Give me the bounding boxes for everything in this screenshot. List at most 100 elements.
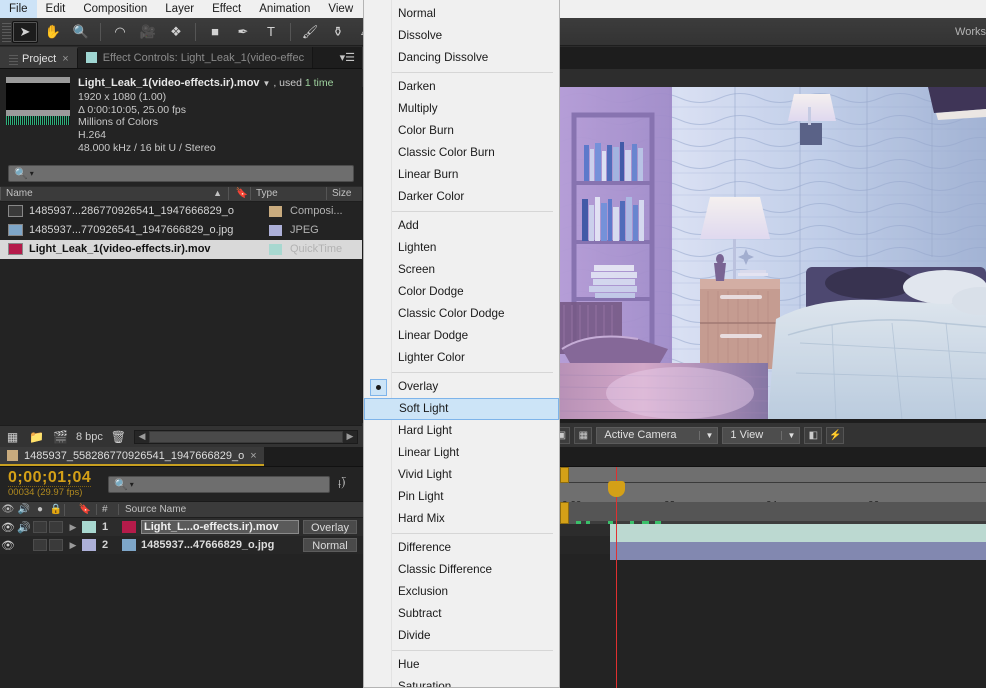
scroll-right-icon[interactable]: ▶ — [343, 431, 357, 442]
layer-source-name[interactable]: Light_L...o-effects.ir).mov — [141, 520, 299, 534]
type-tool[interactable]: T — [258, 21, 284, 43]
layer-source-name[interactable]: 1485937...47666829_o.jpg — [141, 539, 299, 551]
project-item-row[interactable]: 1485937...286770926541_1947666829_o Compo… — [0, 202, 362, 221]
layer-bar-2[interactable] — [610, 542, 986, 560]
timeline-work-area-bar[interactable] — [560, 467, 986, 483]
current-time-display[interactable]: 0;00;01;04 00034 (29.97 fps) — [0, 469, 108, 499]
cti-handle[interactable] — [608, 481, 625, 497]
project-item-label-swatch[interactable] — [269, 205, 282, 217]
composition-frame[interactable] — [560, 87, 986, 419]
layer-lock-toggle[interactable] — [49, 521, 63, 533]
lock-icon[interactable]: 🔒 — [48, 504, 64, 515]
layer-label-swatch[interactable] — [82, 539, 96, 551]
blend-mode-item-pin-light[interactable]: Pin Light — [364, 486, 559, 508]
project-item-row[interactable]: Light_Leak_1(video-effects.ir).mov QuickT… — [0, 239, 362, 259]
timeline-ruler-area[interactable]: 0:00s02s04s06s — [560, 467, 986, 688]
toolbar-grip[interactable] — [2, 20, 11, 43]
layer-blend-mode[interactable]: Normal — [303, 538, 357, 552]
sort-asc-icon[interactable]: ▲ — [213, 187, 228, 200]
project-item-label-swatch[interactable] — [269, 224, 282, 236]
layer-blend-mode[interactable]: Overlay — [303, 520, 357, 534]
column-source-name[interactable]: Source Name — [118, 504, 248, 515]
video-eye-icon[interactable]: 👁 — [0, 504, 16, 515]
blend-mode-item-dissolve[interactable]: Dissolve — [364, 25, 559, 47]
scroll-thumb[interactable] — [148, 430, 343, 443]
blend-mode-item-add[interactable]: Add — [364, 215, 559, 237]
blend-mode-item-classic-color-dodge[interactable]: Classic Color Dodge — [364, 303, 559, 325]
search-dropdown-icon[interactable]: ▾ — [30, 169, 34, 178]
chevron-down-icon[interactable]: ▼ — [699, 430, 713, 440]
brush-tool[interactable]: 🖌 — [297, 21, 323, 43]
workspace-label[interactable]: Works — [955, 18, 986, 46]
layer-audio-toggle[interactable]: 🔊 — [16, 521, 32, 534]
project-item-label-swatch[interactable] — [269, 243, 282, 255]
blend-mode-item-hard-light[interactable]: Hard Light — [364, 420, 559, 442]
blend-mode-item-lighter-color[interactable]: Lighter Color — [364, 347, 559, 369]
file-dropdown-icon[interactable]: ▼ — [262, 79, 270, 88]
project-item-row[interactable]: 1485937...770926541_1947666829_o.jpg JPEG — [0, 221, 362, 240]
blend-mode-item-darker-color[interactable]: Darker Color — [364, 186, 559, 208]
bit-depth-label[interactable]: 8 bpc — [76, 431, 103, 443]
layer-video-toggle[interactable]: 👁 — [0, 521, 16, 534]
blend-mode-menu[interactable]: Normal Dissolve Dancing Dissolve Darken Mult… — [363, 0, 560, 688]
blend-mode-item-divide[interactable]: Divide — [364, 625, 559, 647]
menu-item-file[interactable]: File — [0, 0, 37, 18]
tab-timeline[interactable]: 1485937_558286770926541_1947666829_o × — [0, 447, 264, 466]
interpret-footage-icon[interactable]: 🎬 — [52, 429, 69, 444]
blend-mode-item-color-dodge[interactable]: Color Dodge — [364, 281, 559, 303]
camera-tool[interactable]: 🎥 — [135, 21, 161, 43]
audio-speaker-icon[interactable]: 🔊 — [16, 504, 32, 515]
close-icon[interactable]: × — [250, 450, 256, 462]
zoom-tool[interactable]: 🔍 — [68, 21, 94, 43]
new-folder-icon[interactable]: 📁 — [28, 429, 45, 444]
blend-mode-item-subtract[interactable]: Subtract — [364, 603, 559, 625]
blend-mode-item-color-burn[interactable]: Color Burn — [364, 120, 559, 142]
column-size[interactable]: Size — [326, 187, 362, 201]
column-type[interactable]: Type — [250, 187, 326, 201]
fast-preview-icon[interactable]: ⚡ — [826, 426, 845, 444]
shape-tool[interactable]: ■ — [202, 21, 228, 43]
chevron-down-icon[interactable]: ▼ — [781, 430, 795, 440]
view-mode-select[interactable]: Active Camera ▼ — [596, 426, 719, 444]
blend-mode-item-classic-difference[interactable]: Classic Difference — [364, 559, 559, 581]
blend-mode-item-linear-dodge[interactable]: Linear Dodge — [364, 325, 559, 347]
layer-lock-toggle[interactable] — [49, 539, 63, 551]
blend-mode-item-linear-light[interactable]: Linear Light — [364, 442, 559, 464]
blend-mode-item-classic-color-burn[interactable]: Classic Color Burn — [364, 142, 559, 164]
layer-expand-arrow-icon[interactable]: ▶ — [64, 540, 82, 551]
blend-mode-item-overlay[interactable]: Overlay — [364, 376, 559, 398]
blend-mode-item-difference[interactable]: Difference — [364, 537, 559, 559]
solo-icon[interactable]: ● — [32, 504, 48, 515]
timeline-search-input[interactable]: 🔍 ▾ — [108, 475, 330, 493]
blend-mode-item-multiply[interactable]: Multiply — [364, 98, 559, 120]
project-search-input[interactable]: 🔍 ▾ — [8, 164, 354, 182]
blend-mode-item-screen[interactable]: Screen — [364, 259, 559, 281]
transparency-grid-icon[interactable]: ▦ — [574, 426, 593, 444]
view-layout-select[interactable]: 1 View ▼ — [722, 426, 801, 444]
menu-item-animation[interactable]: Animation — [250, 0, 319, 18]
blend-mode-item-saturation[interactable]: Saturation — [364, 676, 559, 687]
layer-solo-toggle[interactable] — [33, 539, 47, 551]
column-index[interactable]: # — [96, 504, 118, 515]
close-icon[interactable]: × — [62, 53, 68, 65]
layer-label-swatch[interactable] — [82, 521, 96, 533]
new-comp-icon[interactable]: ▦ — [4, 429, 21, 444]
blend-mode-item-linear-burn[interactable]: Linear Burn — [364, 164, 559, 186]
pan-behind-tool[interactable]: ❖ — [163, 21, 189, 43]
blend-mode-item-exclusion[interactable]: Exclusion — [364, 581, 559, 603]
menu-item-edit[interactable]: Edit — [37, 0, 75, 18]
tab-effect-controls[interactable]: Effect Controls: Light_Leak_1(video-effe… — [77, 47, 314, 68]
search-dropdown-icon[interactable]: ▾ — [130, 480, 134, 489]
menu-item-layer[interactable]: Layer — [156, 0, 203, 18]
rotation-tool[interactable]: ◠ — [107, 21, 133, 43]
layer-video-toggle[interactable]: 👁 — [0, 539, 16, 552]
clone-stamp-tool[interactable]: ⚱ — [325, 21, 351, 43]
blend-mode-item-normal[interactable]: Normal — [364, 3, 559, 25]
pen-tool[interactable]: ✒ — [230, 21, 256, 43]
scroll-left-icon[interactable]: ◀ — [135, 431, 149, 442]
layer-bar-1[interactable] — [610, 524, 986, 542]
menu-item-composition[interactable]: Composition — [74, 0, 156, 18]
menu-item-effect[interactable]: Effect — [203, 0, 250, 18]
column-label-icon[interactable]: 🔖 — [228, 187, 250, 201]
project-hscrollbar[interactable]: ◀ ▶ — [133, 429, 358, 444]
